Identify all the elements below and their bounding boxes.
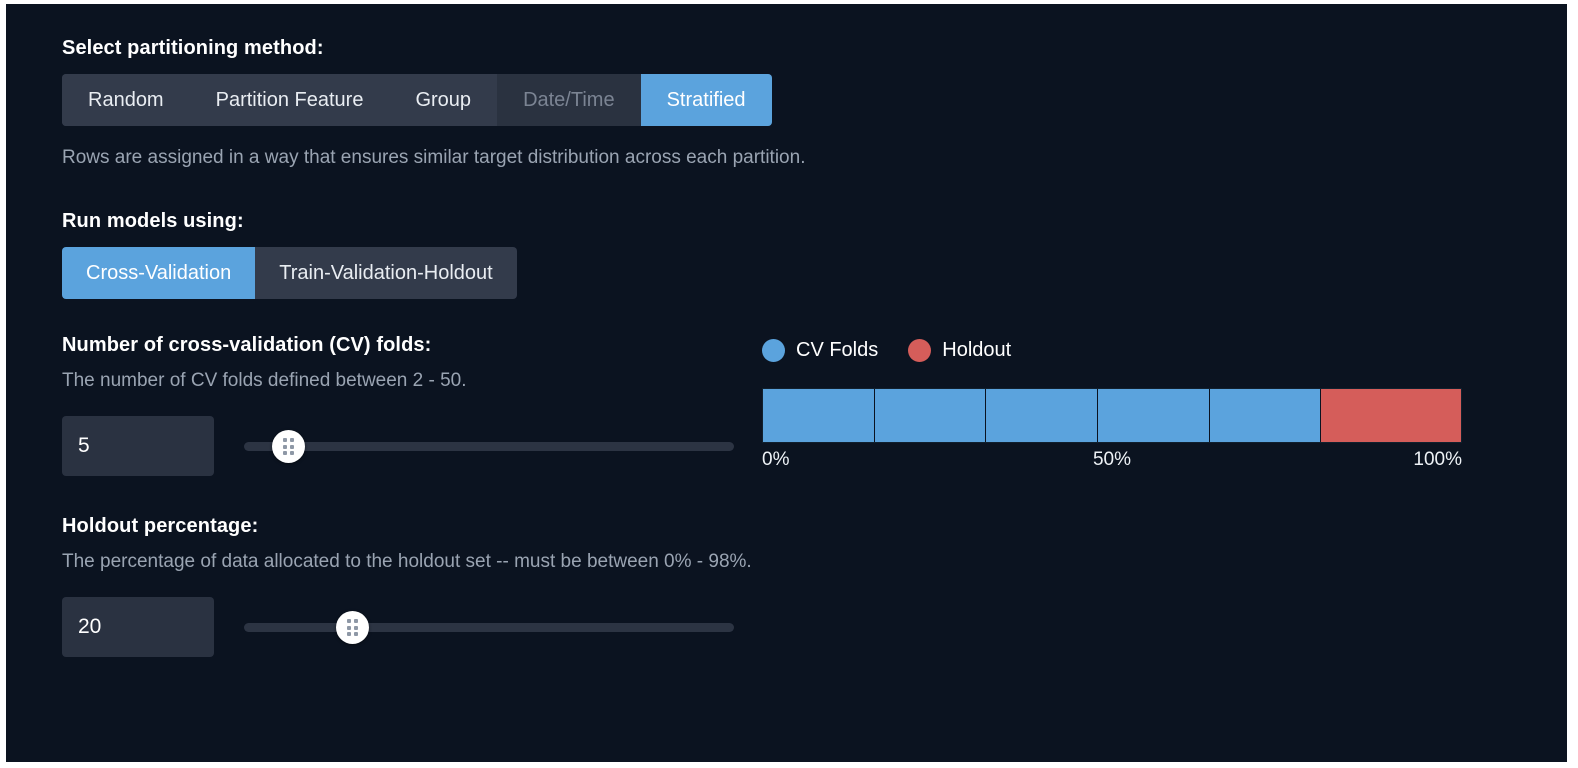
holdout-percentage-slider-track[interactable] (244, 623, 734, 632)
partition-bar-segment (1209, 389, 1322, 442)
partition-method-stratified-button[interactable]: Stratified (640, 74, 772, 126)
grip-dots-icon (283, 438, 295, 455)
legend-item-holdout: Holdout (908, 339, 1011, 362)
holdout-legend-color-icon (908, 339, 932, 362)
partition-bar-axis: 0% 50% 100% (762, 449, 1462, 477)
partition-method-random-button[interactable]: Random (62, 74, 190, 126)
holdout-percentage-slider[interactable] (244, 607, 734, 647)
cv-folds-input[interactable] (62, 416, 214, 476)
partition-bar-segment (874, 389, 987, 442)
partition-distribution-chart: 0% 50% 100% (762, 388, 1462, 477)
partition-bar-segment (1321, 389, 1461, 442)
cv-folds-section: Number of cross-validation (CV) folds: T… (62, 333, 762, 476)
holdout-percentage-section: Holdout percentage: The percentage of da… (62, 514, 762, 657)
partitioning-method-label: Select partitioning method: (62, 37, 324, 59)
partitioning-method-description: Rows are assigned in a way that ensures … (62, 147, 806, 168)
cv-folds-slider[interactable] (244, 426, 734, 466)
holdout-percentage-slider-handle[interactable] (335, 611, 369, 644)
run-models-label: Run models using: (62, 210, 244, 232)
holdout-legend-label: Holdout (942, 339, 1012, 361)
partitioning-settings-panel: Select partitioning method: Random Parti… (6, 4, 1567, 762)
partition-method-date-time-button: Date/Time (497, 74, 641, 126)
cv-folds-slider-handle[interactable] (272, 430, 306, 463)
axis-tick-100: 100% (1413, 449, 1462, 470)
legend-item-cv-folds: CV Folds (762, 339, 878, 362)
cv-folds-legend-color-icon (762, 339, 785, 362)
cv-folds-description: The number of CV folds defined between 2… (62, 370, 467, 391)
grip-dots-icon (346, 619, 358, 636)
partition-bar (762, 388, 1462, 443)
cv-folds-legend-label: CV Folds (796, 339, 879, 361)
partition-preview-column: CV Folds Holdout 0% 50% 100% (762, 333, 1567, 657)
axis-tick-50: 50% (1092, 449, 1132, 470)
partition-bar-segment (986, 389, 1099, 442)
cv-folds-slider-track[interactable] (244, 442, 734, 451)
run-models-train-validation-holdout-button[interactable]: Train-Validation-Holdout (255, 247, 517, 299)
holdout-percentage-description: The percentage of data allocated to the … (62, 551, 752, 572)
cv-folds-label: Number of cross-validation (CV) folds: (62, 334, 432, 356)
partitioning-method-section: Select partitioning method: Random Parti… (62, 36, 1567, 171)
partition-controls-column: Number of cross-validation (CV) folds: T… (62, 333, 762, 657)
holdout-percentage-label: Holdout percentage: (62, 515, 259, 537)
holdout-percentage-input[interactable] (62, 597, 214, 657)
partition-chart-legend: CV Folds Holdout (762, 339, 1567, 362)
partition-method-partition-feature-button[interactable]: Partition Feature (189, 74, 390, 126)
run-models-cross-validation-button[interactable]: Cross-Validation (62, 247, 256, 299)
partitioning-method-segmented-control: Random Partition Feature Group Date/Time… (62, 74, 772, 126)
partition-method-group-button[interactable]: Group (389, 74, 498, 126)
run-models-section: Run models using: Cross-Validation Train… (62, 209, 1567, 299)
partition-bar-segment (763, 389, 875, 442)
run-models-toggle-group: Cross-Validation Train-Validation-Holdou… (62, 247, 517, 299)
partition-bar-segment (1098, 389, 1210, 442)
axis-tick-0: 0% (762, 449, 790, 470)
